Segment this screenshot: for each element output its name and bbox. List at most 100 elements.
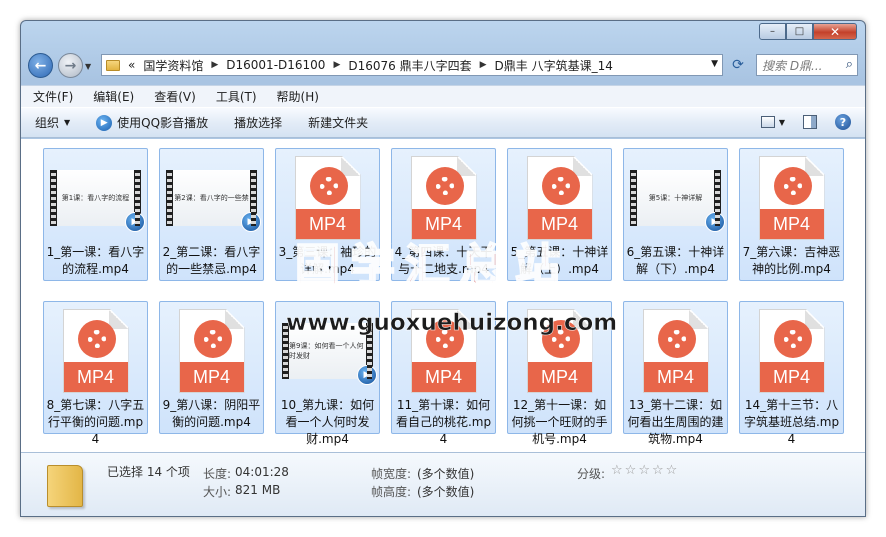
mp4-file-icon: MP4 bbox=[526, 156, 593, 240]
file-item[interactable]: 第9课：如何看一个人何时发财 ▶ 10_第九课：如何看一个人何时发财.mp4 bbox=[275, 301, 380, 446]
film-reel-icon bbox=[773, 167, 812, 205]
mp4-file-icon: MP4 bbox=[410, 309, 477, 393]
menu-bar: 文件(F) 编辑(E) 查看(V) 工具(T) 帮助(H) bbox=[21, 85, 865, 107]
mp4-badge: MP4 bbox=[643, 362, 708, 392]
file-thumbnail: MP4 bbox=[746, 306, 837, 396]
selection-count: 已选择 14 个项 bbox=[107, 465, 190, 479]
breadcrumb-overflow[interactable]: « bbox=[128, 58, 135, 72]
video-frame-text: 第2课：看八字的一些禁 bbox=[173, 170, 250, 226]
window-controls: – □ ✕ bbox=[759, 23, 857, 40]
view-options-button[interactable]: ▼ bbox=[760, 116, 785, 128]
rating-stars[interactable]: ☆ ☆ ☆ ☆ ☆ bbox=[611, 463, 677, 478]
file-item[interactable]: MP4 14_第十三节：八字筑基班总结.mp4 bbox=[739, 301, 844, 446]
mp4-badge: MP4 bbox=[759, 362, 824, 392]
qq-player-icon: ▶ bbox=[241, 212, 261, 232]
file-thumbnail: MP4 bbox=[50, 306, 141, 396]
file-name: 3_第三课：袖珍的详解.mp4 bbox=[278, 245, 377, 276]
menu-help[interactable]: 帮助(H) bbox=[277, 88, 319, 105]
chevron-down-icon[interactable]: ▼ bbox=[711, 59, 718, 69]
file-thumbnail: MP4 bbox=[514, 306, 605, 396]
close-button[interactable]: ✕ bbox=[813, 23, 857, 40]
arrow-left-icon: ← bbox=[34, 57, 47, 74]
film-reel-icon bbox=[309, 167, 348, 205]
breadcrumb-item[interactable]: D16076 鼎丰八字四套 bbox=[348, 57, 471, 74]
minimize-button[interactable]: – bbox=[759, 23, 786, 40]
file-item[interactable]: MP4 4_第四课：十天干与十二地支.mp4 bbox=[391, 148, 496, 281]
help-icon[interactable]: ? bbox=[835, 114, 851, 130]
mp4-file-icon: MP4 bbox=[294, 156, 361, 240]
file-item[interactable]: 第1课：看八字的流程 ▶ 1_第一课：看八字的流程.mp4 bbox=[43, 148, 148, 281]
menu-tools[interactable]: 工具(T) bbox=[216, 88, 257, 105]
play-with-qq-button[interactable]: ▶ 使用QQ影音播放 bbox=[96, 114, 208, 131]
search-icon[interactable]: ⌕ bbox=[846, 57, 853, 72]
mp4-badge: MP4 bbox=[527, 209, 592, 239]
new-folder-label: 新建文件夹 bbox=[308, 116, 369, 130]
mp4-file-icon: MP4 bbox=[178, 309, 245, 393]
refresh-icon[interactable]: ⟳ bbox=[727, 54, 749, 76]
chevron-right-icon[interactable]: ▶ bbox=[211, 60, 218, 70]
explorer-window: – □ ✕ ← → ▼ « 国学资料馆 ▶ D16001-D16100 ▶ D1… bbox=[20, 20, 866, 517]
mp4-badge: MP4 bbox=[295, 209, 360, 239]
film-reel-icon bbox=[541, 167, 580, 205]
organize-button[interactable]: 组织 ▼ bbox=[35, 114, 70, 131]
maximize-button[interactable]: □ bbox=[786, 23, 813, 40]
video-thumbnail: 第2课：看八字的一些禁 ▶ bbox=[166, 170, 261, 232]
search-input[interactable]: 搜索 D鼎... ⌕ bbox=[756, 54, 858, 76]
file-name: 11_第十课：如何看自己的桃花.mp4 bbox=[395, 398, 492, 446]
breadcrumb-item[interactable]: 国学资料馆 bbox=[143, 57, 203, 74]
file-name: 5_第五课：十神详解（上）.mp4 bbox=[510, 245, 609, 276]
mp4-badge: MP4 bbox=[411, 362, 476, 392]
file-item[interactable]: 第5课：十神详解 ▶ 6_第五课：十神详解（下）.mp4 bbox=[623, 148, 728, 281]
file-item[interactable]: MP4 3_第三课：袖珍的详解.mp4 bbox=[275, 148, 380, 281]
file-name: 2_第二课：看八字的一些禁忌.mp4 bbox=[162, 245, 261, 276]
video-frame-text: 第9课：如何看一个人何时发财 bbox=[289, 323, 366, 379]
file-thumbnail: 第9课：如何看一个人何时发财 ▶ bbox=[282, 306, 377, 396]
details-pane: 已选择 14 个项 长度: 04:01:28 大小: 821 MB 帧宽度: (… bbox=[21, 452, 865, 516]
chevron-right-icon[interactable]: ▶ bbox=[333, 60, 340, 70]
frame-height-value: (多个数值) bbox=[417, 485, 475, 499]
new-folder-button[interactable]: 新建文件夹 bbox=[308, 114, 368, 131]
breadcrumb-item[interactable]: D16001-D16100 bbox=[226, 58, 325, 72]
file-item[interactable]: MP4 9_第八课：阴阳平衡的问题.mp4 bbox=[159, 301, 264, 434]
qq-player-icon: ▶ bbox=[705, 212, 725, 232]
file-name: 6_第五课：十神详解（下）.mp4 bbox=[626, 245, 725, 276]
file-thumbnail: MP4 bbox=[514, 153, 605, 243]
star-icon[interactable]: ☆ bbox=[611, 463, 623, 478]
file-item[interactable]: MP4 11_第十课：如何看自己的桃花.mp4 bbox=[391, 301, 496, 446]
star-icon[interactable]: ☆ bbox=[666, 463, 678, 478]
file-name: 7_第六课：吉神恶神的比例.mp4 bbox=[742, 245, 841, 276]
preview-pane-icon[interactable] bbox=[803, 115, 817, 129]
file-item[interactable]: MP4 12_第十一课：如何挑一个旺财的手机号.mp4 bbox=[507, 301, 612, 446]
file-item[interactable]: MP4 5_第五课：十神详解（上）.mp4 bbox=[507, 148, 612, 281]
menu-view[interactable]: 查看(V) bbox=[154, 88, 196, 105]
mp4-badge: MP4 bbox=[179, 362, 244, 392]
frame-height-label: 帧高度: bbox=[371, 485, 412, 499]
address-row: ← → ▼ « 国学资料馆 ▶ D16001-D16100 ▶ D16076 鼎… bbox=[21, 51, 865, 81]
play-selection-button[interactable]: 播放选择 bbox=[234, 114, 282, 131]
star-icon[interactable]: ☆ bbox=[652, 463, 664, 478]
forward-button[interactable]: → bbox=[58, 53, 83, 78]
history-dropdown-icon[interactable]: ▼ bbox=[85, 62, 91, 71]
size-value: 821 MB bbox=[235, 483, 281, 497]
qq-player-icon: ▶ bbox=[96, 114, 113, 131]
folder-icon bbox=[106, 59, 120, 71]
address-bar[interactable]: « 国学资料馆 ▶ D16001-D16100 ▶ D16076 鼎丰八字四套 … bbox=[101, 54, 723, 76]
file-name: 10_第九课：如何看一个人何时发财.mp4 bbox=[280, 398, 375, 446]
command-bar-right: ▼ ? bbox=[760, 114, 851, 130]
file-thumbnail: 第2课：看八字的一些禁 ▶ bbox=[166, 153, 261, 243]
file-item[interactable]: 第2课：看八字的一些禁 ▶ 2_第二课：看八字的一些禁忌.mp4 bbox=[159, 148, 264, 281]
file-thumbnail: 第5课：十神详解 ▶ bbox=[630, 153, 725, 243]
file-item[interactable]: MP4 13_第十二课：如何看出生周围的建筑物.mp4 bbox=[623, 301, 728, 446]
file-thumbnail: MP4 bbox=[398, 153, 489, 243]
back-button[interactable]: ← bbox=[28, 53, 53, 78]
menu-file[interactable]: 文件(F) bbox=[33, 88, 73, 105]
chevron-right-icon[interactable]: ▶ bbox=[480, 60, 487, 70]
video-thumbnail: 第9课：如何看一个人何时发财 ▶ bbox=[282, 323, 377, 385]
breadcrumb-item[interactable]: D鼎丰 八字筑基课_14 bbox=[495, 57, 613, 74]
file-name: 9_第八课：阴阳平衡的问题.mp4 bbox=[162, 398, 261, 429]
file-item[interactable]: MP4 7_第六课：吉神恶神的比例.mp4 bbox=[739, 148, 844, 281]
file-item[interactable]: MP4 8_第七课：八字五行平衡的问题.mp4 bbox=[43, 301, 148, 446]
menu-edit[interactable]: 编辑(E) bbox=[93, 88, 134, 105]
star-icon[interactable]: ☆ bbox=[638, 463, 650, 478]
star-icon[interactable]: ☆ bbox=[625, 463, 637, 478]
